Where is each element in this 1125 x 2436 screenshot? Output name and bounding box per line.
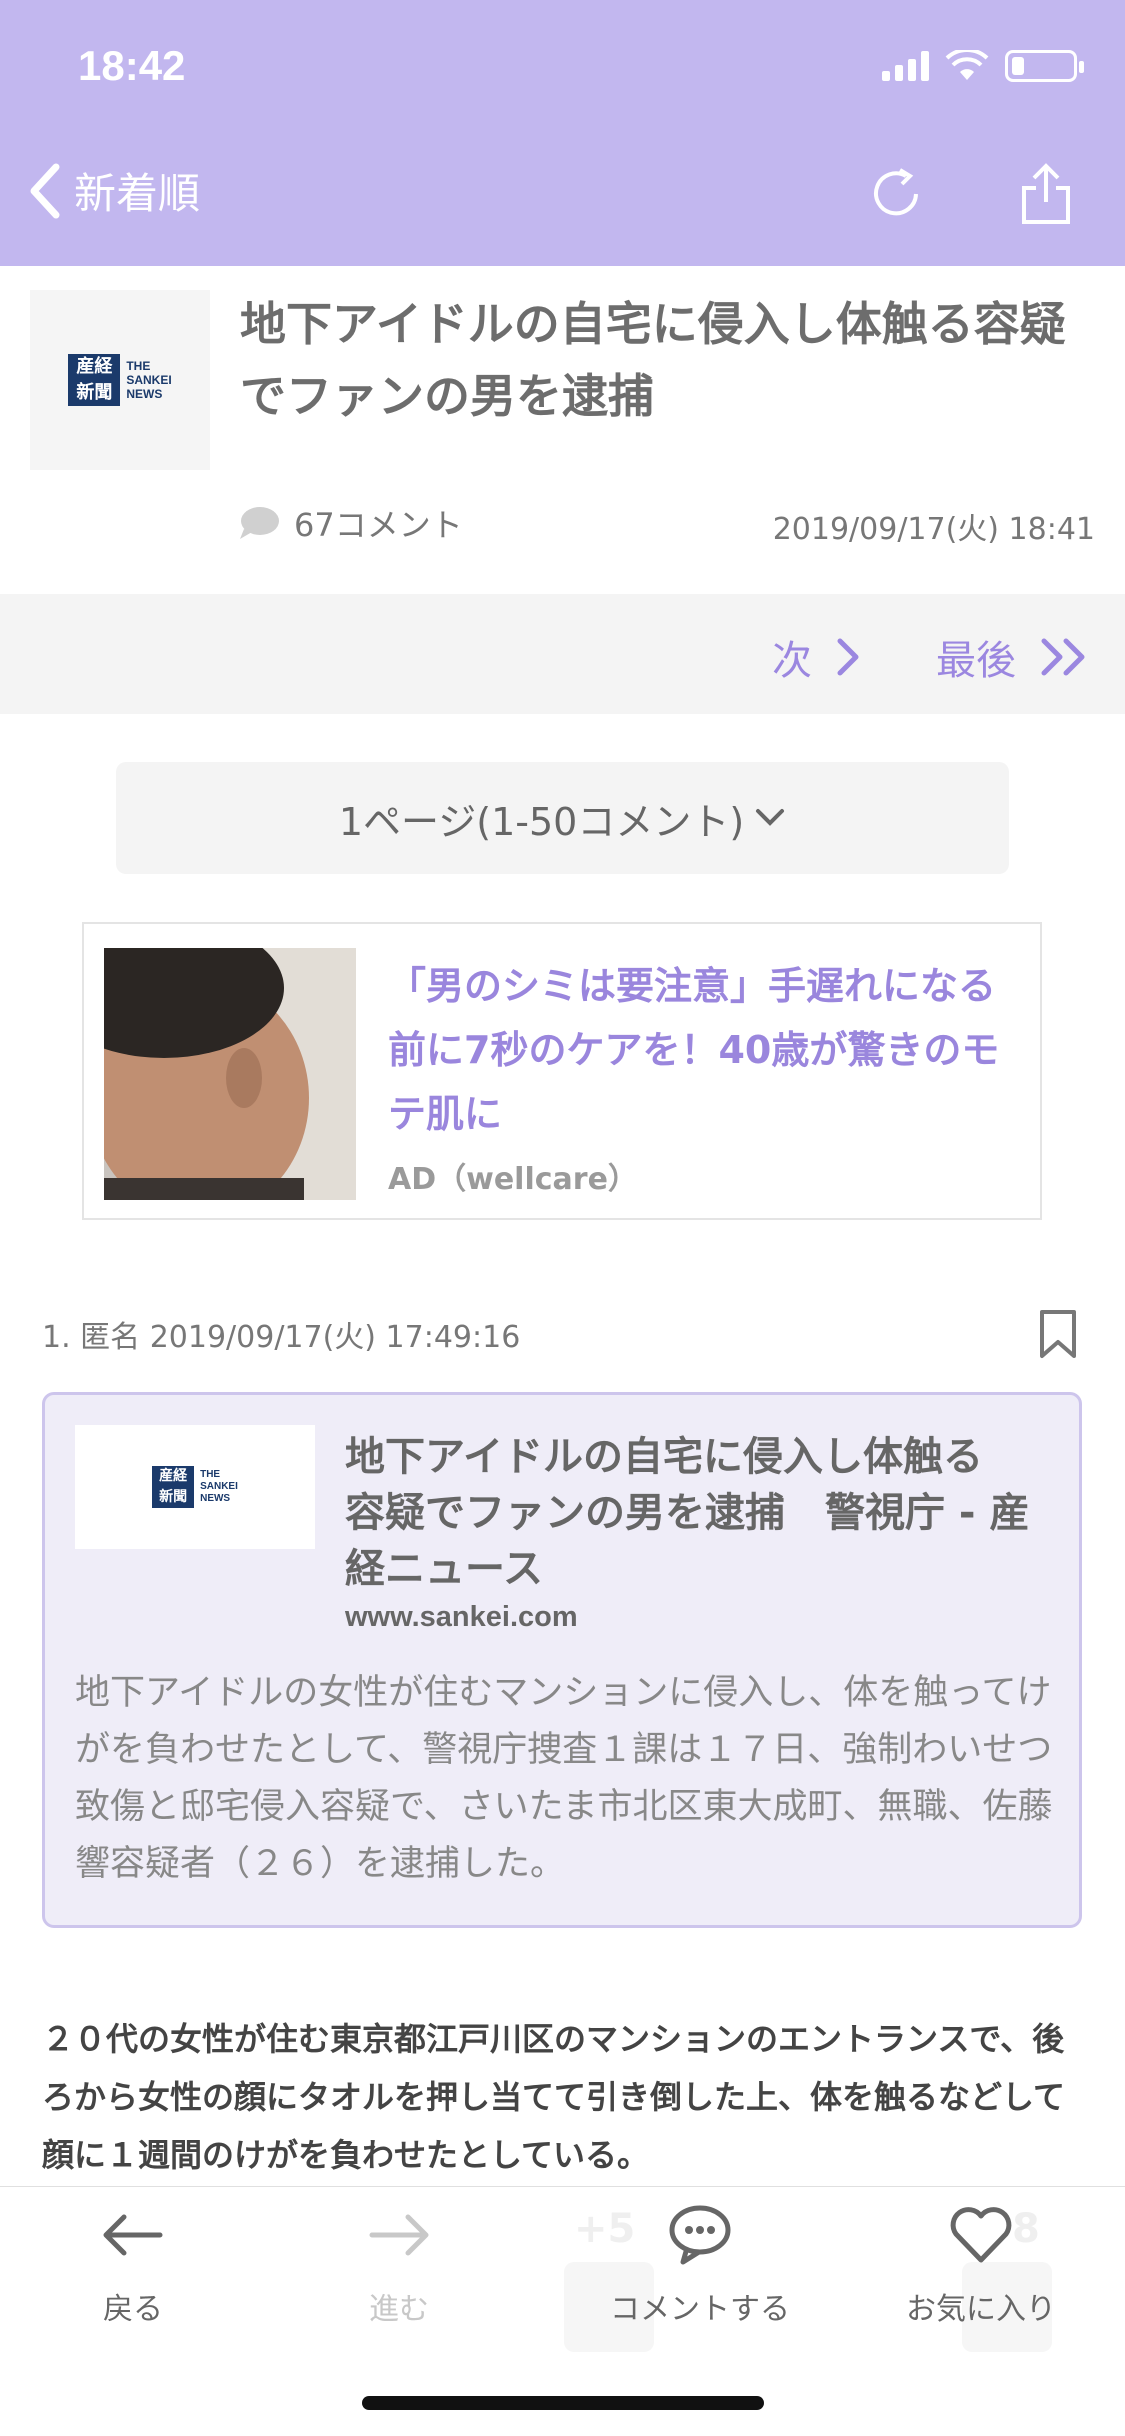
logo-kanji: 産経 新聞 — [68, 354, 121, 406]
status-icons — [882, 50, 1084, 82]
toolbar-favorite-label: お気に入り — [906, 2292, 1056, 2327]
logo-text: THE SANKEI NEWS — [126, 359, 172, 401]
chevron-right-icon — [837, 638, 859, 676]
toolbar-back-button[interactable]: 戻る — [98, 2200, 168, 2328]
arrow-left-icon — [103, 2214, 163, 2256]
link-preview-description: 地下アイドルの女性が住むマンションに侵入し、体を触ってけがを負わせたとして、警視… — [75, 1673, 1053, 1884]
refresh-icon[interactable] — [866, 162, 926, 226]
link-preview-logo: 産経 新聞 THE SANKEI NEWS — [75, 1425, 315, 1549]
nav-header — [0, 0, 1125, 266]
link-preview-title: 地下アイドルの自宅に侵入し体触る 容疑でファンの男を逮捕 警視庁 - 産経ニュー… — [345, 1434, 1030, 1592]
ad-banner[interactable]: 「男のシミは要注意」手遅れになる前に7秒のケアを！40歳が驚きのモテ肌に AD（… — [82, 922, 1042, 1220]
logo-kanji: 産経 新聞 — [152, 1466, 195, 1508]
link-preview-domain: www.sankei.com — [345, 1601, 578, 1633]
chevron-down-icon — [756, 809, 785, 826]
comment-body: ２０代の女性が住む東京都江戸川区のマンションのエントランスで、後ろから女性の顔に… — [42, 2020, 1066, 2174]
speech-bubble-icon — [669, 2205, 731, 2265]
ad-image — [104, 948, 356, 1200]
battery-icon — [1005, 50, 1084, 82]
page-selector-label: 1ページ(1-50コメント) — [338, 799, 745, 844]
double-chevron-right-icon — [1041, 638, 1085, 676]
toolbar-favorite-button[interactable]: お気に入り — [906, 2200, 1056, 2328]
comment-count[interactable]: 67コメント — [238, 500, 463, 546]
comment-count-label: 67コメント — [294, 506, 463, 544]
page-selector[interactable]: 1ページ(1-50コメント) — [116, 762, 1009, 874]
comment-meta: 1. 匿名 2019/09/17(火) 17:49:16 — [42, 1320, 521, 1355]
toolbar-back-label: 戻る — [103, 2292, 163, 2327]
comment-bubble-icon — [240, 507, 279, 539]
signal-icon — [882, 51, 929, 81]
home-indicator — [362, 2396, 764, 2410]
next-page-link[interactable]: 次 — [772, 628, 862, 686]
toolbar-forward-button[interactable]: 進む — [364, 2200, 434, 2328]
status-time: 18:42 — [78, 42, 186, 89]
chevron-left-icon — [30, 163, 60, 218]
back-button-label: 新着順 — [74, 169, 201, 218]
arrow-right-icon — [369, 2214, 429, 2256]
heart-icon — [950, 2207, 1012, 2263]
back-button[interactable]: 新着順 — [24, 160, 200, 221]
bookmark-icon[interactable] — [1038, 1308, 1078, 1360]
last-page-link[interactable]: 最後 — [936, 628, 1092, 686]
wifi-icon — [945, 50, 989, 80]
toolbar-comment-button[interactable]: コメントする — [610, 2200, 790, 2328]
toolbar-forward-label: 進む — [369, 2292, 429, 2327]
ad-label: AD（wellcare） — [388, 1162, 638, 1197]
ad-title: 「男のシミは要注意」手遅れになる前に7秒のケアを！40歳が驚きのモテ肌に — [388, 964, 1000, 1136]
logo-text: THE SANKEI NEWS — [200, 1469, 238, 1504]
article-date: 2019/09/17(火) 18:41 — [772, 512, 1095, 547]
link-preview-card[interactable]: 産経 新聞 THE SANKEI NEWS 地下アイドルの自宅に侵入し体触る 容… — [42, 1392, 1082, 1928]
source-logo: 産経 新聞 THE SANKEI NEWS — [30, 290, 210, 470]
last-label: 最後 — [936, 638, 1016, 684]
article-title: 地下アイドルの自宅に侵入し体触る容疑でファンの男を逮捕 — [240, 297, 1066, 423]
next-label: 次 — [772, 638, 812, 684]
toolbar-comment-label: コメントする — [610, 2292, 790, 2327]
share-icon[interactable] — [1016, 162, 1076, 226]
